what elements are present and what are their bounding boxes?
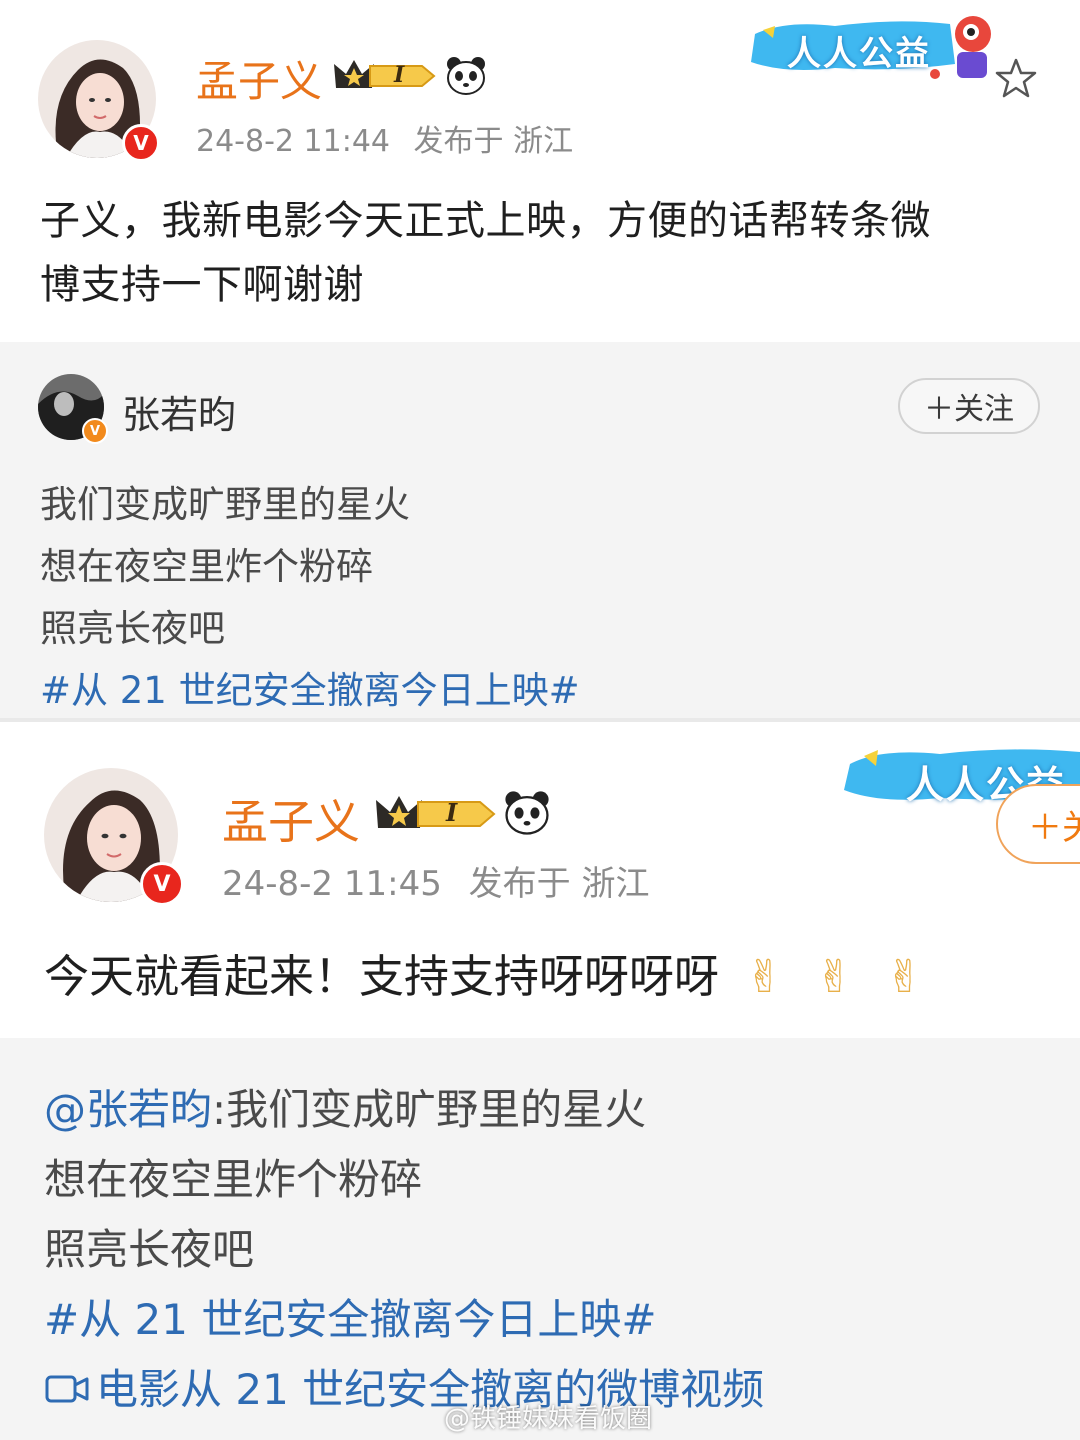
repost-line-2: 想在夜空里炸个粉碎 (40, 545, 373, 588)
repost-2-video-link[interactable]: 电影从 21 世纪安全撤离的微博视频 (44, 1356, 764, 1417)
repost-verified-badge-icon: V (82, 418, 108, 444)
watermark: @铁锤妹妹看饭圈 (444, 1404, 653, 1434)
post-card-1: 人人公益 V 孟子义 I 24-8-2 11:44 发布于 浙江 子义，我新电影… (0, 0, 1080, 720)
repost-2-line-2: 想在夜空里炸个粉碎 (44, 1155, 423, 1204)
post-text-line-2: 博支持一下啊谢谢 (40, 262, 364, 308)
post-card-2: 人人公益 ＋关 V 孟子义 I 24-8-2 11:45 发布于 浙江 今天就看… (0, 722, 1080, 1440)
victory-hand-emoji-icon: ✌ (885, 950, 924, 1003)
avatar[interactable]: V (38, 40, 160, 162)
rank-2-label: I (446, 798, 458, 827)
post-time: 24-8-2 11:44 (196, 124, 390, 159)
username[interactable]: 孟子义 (196, 48, 322, 109)
post-meta: 24-8-2 11:44 发布于 浙江 (196, 116, 573, 160)
repost-2-first-line: :我们变成旷野里的星火 (212, 1085, 647, 1134)
follow-button[interactable]: ＋关注 (898, 378, 1040, 434)
post-time-2: 24-8-2 11:45 (222, 864, 442, 904)
repost-avatar[interactable]: V (38, 374, 108, 444)
video-link-label: 电影从 21 世纪安全撤离的微博视频 (96, 1365, 765, 1414)
post-2-text-line: 今天就看起来！支持支持呀呀呀呀 ✌ ✌ ✌ (44, 940, 923, 1005)
victory-hand-emoji-icon: ✌ (815, 950, 854, 1003)
repost-2-line-1: @张若昀:我们变成旷野里的星火 (44, 1076, 646, 1137)
favorite-star-icon[interactable] (994, 56, 1038, 100)
post-location-2: 发布于 浙江 (468, 864, 650, 904)
panda-badge-icon[interactable] (444, 54, 488, 98)
membership-rank-2-icon[interactable]: I (372, 792, 496, 836)
repost-line-3: 照亮长夜吧 (40, 607, 225, 650)
panda-badge-2-icon[interactable] (502, 788, 552, 838)
verified-badge-2-icon: V (140, 862, 184, 906)
post-text-line-1: 子义，我新电影今天正式上映，方便的话帮转条微 (40, 198, 931, 244)
post-2-text: 今天就看起来！支持支持呀呀呀呀 (44, 950, 720, 1003)
post-location: 发布于 浙江 (413, 124, 574, 159)
repost-username[interactable]: 张若昀 (122, 384, 236, 439)
repost-hashtag[interactable]: #从 21 世纪安全撤离今日上映# (40, 660, 580, 714)
repost-line-1: 我们变成旷野里的星火 (40, 483, 410, 526)
avatar-2[interactable]: V (44, 768, 184, 906)
repost-box[interactable]: V 张若昀 ＋关注 我们变成旷野里的星火 想在夜空里炸个粉碎 照亮长夜吧 #从 … (0, 342, 1080, 720)
video-camera-icon (44, 1368, 90, 1417)
verified-badge-icon: V (122, 124, 160, 162)
membership-rank-icon[interactable]: I (330, 56, 436, 96)
charity-banner[interactable]: 人人公益 (745, 12, 1005, 82)
repost-2-line-3: 照亮长夜吧 (44, 1225, 255, 1274)
charity-banner-label: 人人公益 (787, 34, 931, 74)
repost-2-hashtag[interactable]: #从 21 世纪安全撤离今日上映# (44, 1286, 657, 1347)
follow-button-2[interactable]: ＋关 (996, 784, 1080, 864)
rank-label: I (394, 62, 405, 88)
repost-2-mention[interactable]: @张若昀 (44, 1085, 212, 1134)
repost-box-2[interactable]: @张若昀:我们变成旷野里的星火 想在夜空里炸个粉碎 照亮长夜吧 #从 21 世纪… (0, 1038, 1080, 1440)
post-meta-2: 24-8-2 11:45 发布于 浙江 (222, 856, 649, 905)
victory-hand-emoji-icon: ✌ (745, 950, 784, 1003)
username-2[interactable]: 孟子义 (222, 786, 360, 852)
